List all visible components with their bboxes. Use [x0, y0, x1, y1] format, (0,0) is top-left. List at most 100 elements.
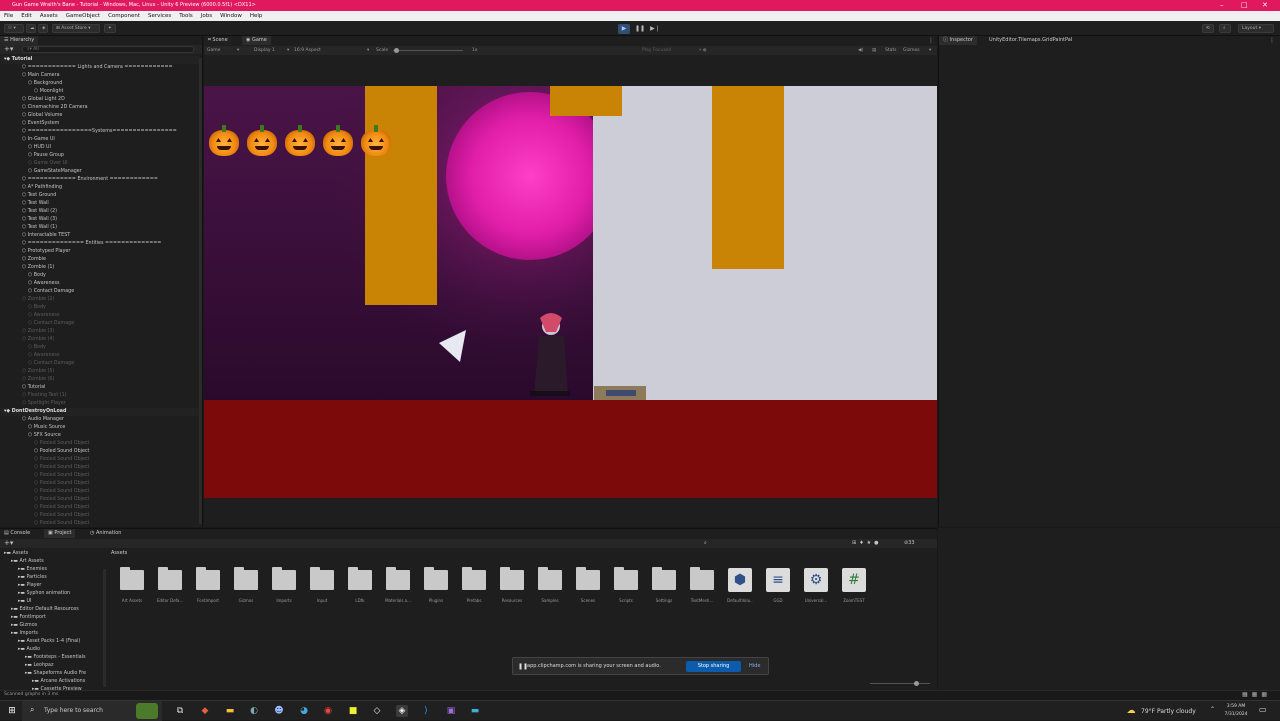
- tray-chevron-icon[interactable]: ⌃: [1210, 706, 1215, 713]
- menu-item-services[interactable]: Services: [148, 11, 171, 21]
- hierarchy-item[interactable]: ⬡ Tutorial: [0, 384, 200, 392]
- stop-sharing-button[interactable]: Stop sharing: [686, 661, 741, 672]
- hide-link[interactable]: Hide: [749, 663, 760, 669]
- hierarchy-item[interactable]: ⬡ Zombie (1): [0, 264, 200, 272]
- hierarchy-item[interactable]: ▾◆ Tutorial: [0, 56, 200, 64]
- clock-date[interactable]: 7/31/2024: [1222, 712, 1250, 717]
- menu-item-window[interactable]: Window: [220, 11, 242, 21]
- hierarchy-item[interactable]: ⬡ Pooled Sound Object: [0, 504, 200, 512]
- hierarchy-item[interactable]: ⬡ ================Systems===============…: [0, 128, 200, 136]
- asset-item[interactable]: Editor Defa...: [157, 567, 183, 603]
- menu-item-gameobject[interactable]: GameObject: [66, 11, 100, 21]
- add-icon[interactable]: +▾: [4, 45, 13, 54]
- menu-item-file[interactable]: File: [4, 11, 13, 21]
- hierarchy-item[interactable]: ⬡ Zombie (4): [0, 336, 200, 344]
- asset-item[interactable]: Art Assets: [119, 567, 145, 603]
- menu-item-jobs[interactable]: Jobs: [201, 11, 212, 21]
- app-icon-1[interactable]: ◆: [199, 705, 211, 717]
- hierarchy-item[interactable]: ⬡ Pooled Sound Object: [0, 456, 200, 464]
- asset-item[interactable]: Prefabs: [461, 567, 487, 603]
- hierarchy-item[interactable]: ⬡ Cinemachine 2D Camera: [0, 104, 200, 112]
- hierarchy-item[interactable]: ⬡ Pause Group: [0, 152, 200, 160]
- project-tree-item[interactable]: ▸▬ FontImport: [4, 614, 46, 622]
- search-icon[interactable]: ⌕: [1219, 24, 1231, 33]
- hierarchy-item[interactable]: ⬡ Test Wall (3): [0, 216, 200, 224]
- taskbar-search-box[interactable]: ⌕ Type here to search: [22, 701, 162, 721]
- project-tree-item[interactable]: ▸▬ Imports: [4, 630, 38, 638]
- project-tree-item[interactable]: ▸▬ Audio: [4, 646, 40, 654]
- clock-time[interactable]: 3:59 AM: [1222, 704, 1250, 709]
- hierarchy-item[interactable]: ⬡ Pooled Sound Object: [0, 520, 200, 528]
- asset-item[interactable]: ≡ GGD: [765, 568, 791, 603]
- panel-menu-icon[interactable]: ⋮: [928, 37, 934, 44]
- project-tree-item[interactable]: ▸▬ Particles: [4, 574, 47, 582]
- play-button[interactable]: ▶: [618, 24, 630, 34]
- tab-hierarchy[interactable]: ☰ Hierarchy: [0, 36, 39, 45]
- project-tree-item[interactable]: ▸▬ Syphon animation: [4, 590, 70, 598]
- unity-editor-icon[interactable]: ◈: [396, 705, 408, 717]
- layout-dropdown[interactable]: Layout ▾: [1238, 24, 1274, 33]
- hierarchy-item[interactable]: ⬡ Contact Damage: [0, 360, 200, 368]
- hierarchy-item[interactable]: ⬡ Contact Damage: [0, 320, 200, 328]
- hierarchy-item[interactable]: ⬡ Pooled Sound Object: [0, 488, 200, 496]
- hierarchy-item[interactable]: ⬡ Test Wall (1): [0, 224, 200, 232]
- project-search-icon[interactable]: ⌕: [704, 539, 707, 548]
- project-tree-item[interactable]: ▸▬ Player: [4, 582, 41, 590]
- tree-scrollbar[interactable]: [103, 569, 106, 687]
- hierarchy-item[interactable]: ⬡ Body: [0, 304, 200, 312]
- unity-hub-icon[interactable]: ◇: [371, 705, 383, 717]
- hierarchy-item[interactable]: ⬡ EventSystem: [0, 120, 200, 128]
- filter-icons[interactable]: ⊞♦★●: [852, 539, 882, 548]
- hierarchy-item[interactable]: ⬡ Body: [0, 272, 200, 280]
- app-icon-2[interactable]: ▬: [469, 705, 481, 717]
- status-icons[interactable]: ▦▦▦: [1242, 691, 1271, 698]
- hierarchy-item[interactable]: ⬡ Awareness: [0, 352, 200, 360]
- hierarchy-item[interactable]: ⬡ ============ Environment ============: [0, 176, 200, 184]
- clipchamp-icon[interactable]: ▣: [445, 705, 457, 717]
- menu-item-edit[interactable]: Edit: [21, 11, 32, 21]
- hierarchy-search-input[interactable]: ⌕▾ All: [22, 46, 194, 53]
- asset-item[interactable]: LDtk: [347, 567, 373, 603]
- asset-store-button[interactable]: ⊞ Asset Store ▾: [52, 24, 100, 33]
- hierarchy-item[interactable]: ⬡ Zombie (3): [0, 328, 200, 336]
- mute-icon[interactable]: ◀): [858, 46, 863, 55]
- hierarchy-item[interactable]: ⬡ ============== Entities ==============: [0, 240, 200, 248]
- tab-scene[interactable]: ⌗ Scene: [204, 36, 232, 45]
- icon-size-slider[interactable]: [870, 683, 930, 684]
- collab-icon[interactable]: ◈: [38, 24, 48, 33]
- hierarchy-item[interactable]: ⬡ Test Wall: [0, 200, 200, 208]
- menu-item-help[interactable]: Help: [250, 11, 263, 21]
- cloud-icon[interactable]: ☁: [26, 24, 36, 33]
- minimize-icon[interactable]: –: [1220, 0, 1224, 11]
- asset-item[interactable]: Materials a...: [385, 567, 411, 603]
- windows-start-icon[interactable]: ⊞: [6, 705, 18, 717]
- account-button[interactable]: ⚇ ▾: [4, 24, 24, 33]
- ai-icon[interactable]: ✦: [104, 24, 116, 33]
- task-view-icon[interactable]: ⧉: [174, 705, 186, 717]
- hierarchy-item[interactable]: ⬡ Spotlight Player: [0, 400, 200, 408]
- asset-item[interactable]: Samples: [537, 567, 563, 603]
- hierarchy-item[interactable]: ⬡ Pooled Sound Object: [0, 496, 200, 504]
- hierarchy-item[interactable]: ⬡ Zombie (6): [0, 376, 200, 384]
- hierarchy-item[interactable]: ⬡ Body: [0, 344, 200, 352]
- project-tree-item[interactable]: ▸▬ Footsteps - Essentials: [4, 654, 85, 662]
- hierarchy-item[interactable]: ⬡ Test Wall (2): [0, 208, 200, 216]
- tab-project[interactable]: ▣ Project: [44, 529, 76, 538]
- asset-item[interactable]: Gizmos: [233, 567, 259, 603]
- hierarchy-item[interactable]: ⬡ Background: [0, 80, 200, 88]
- asset-item[interactable]: ⚙ Universal...: [803, 568, 829, 603]
- asset-item[interactable]: # ZoomTEST: [841, 568, 867, 603]
- hierarchy-item[interactable]: ⬡ A* Pathfinding: [0, 184, 200, 192]
- steam-icon[interactable]: ◐: [248, 705, 260, 717]
- asset-item[interactable]: FontImport: [195, 567, 221, 603]
- hierarchy-item[interactable]: ⬡ Pooled Sound Object: [0, 472, 200, 480]
- hierarchy-item[interactable]: ⬡ Awareness: [0, 280, 200, 288]
- project-tree-item[interactable]: ▸▬ Leohpaz: [4, 662, 54, 670]
- hierarchy-item[interactable]: ⬡ Interactable TEST: [0, 232, 200, 240]
- step-button[interactable]: ▶❘: [649, 24, 661, 34]
- asset-item[interactable]: Settings: [651, 567, 677, 603]
- scale-slider-handle[interactable]: [394, 48, 399, 53]
- file-explorer-icon[interactable]: ▬: [224, 705, 236, 717]
- asset-item[interactable]: Scenes: [575, 567, 601, 603]
- asset-item[interactable]: TextMesh...: [689, 567, 715, 603]
